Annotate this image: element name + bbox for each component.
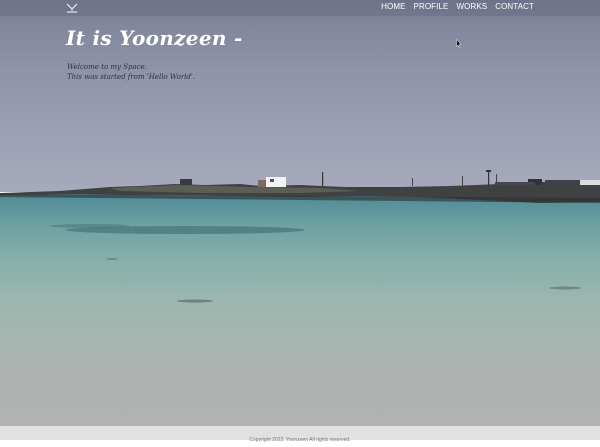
nav-profile-link[interactable]: PROFILE <box>414 2 449 11</box>
nav-works-link[interactable]: WORKS <box>456 2 487 11</box>
hero-subtitle: Welcome to my Space. This was started fr… <box>67 62 195 82</box>
footer: Copyright 2022. Yoonzeen All rights rese… <box>0 426 600 443</box>
top-navbar: HOME PROFILE WORKS CONTACT <box>0 0 600 16</box>
coastline-scenery <box>0 170 600 303</box>
nav-menu: HOME PROFILE WORKS CONTACT <box>381 2 534 11</box>
nav-contact-link[interactable]: CONTACT <box>495 2 534 11</box>
subtitle-line-2: This was started from 'Hello World'. <box>67 73 196 81</box>
hero-title: It is Yoonzeen - <box>66 26 243 50</box>
subtitle-line-1: Welcome to my Space. <box>67 63 147 71</box>
logo-icon[interactable] <box>66 3 78 13</box>
nav-home-link[interactable]: HOME <box>381 2 405 11</box>
copyright-text: Copyright 2022. Yoonzeen All rights rese… <box>249 437 351 443</box>
mouse-cursor-icon <box>456 39 462 48</box>
